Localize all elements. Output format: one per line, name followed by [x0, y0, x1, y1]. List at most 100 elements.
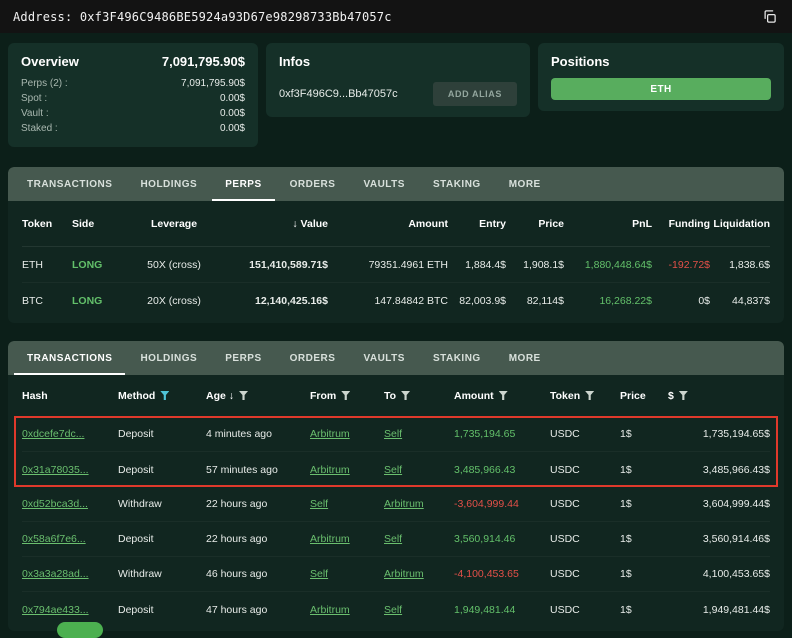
tx-age: 22 hours ago	[206, 533, 310, 545]
col-usd: $	[668, 390, 770, 402]
col-entry: Entry	[448, 218, 506, 230]
tx-to-link[interactable]: Self	[384, 604, 454, 616]
tx-to-link[interactable]: Self	[384, 533, 454, 545]
side-cell: LONG	[72, 295, 132, 307]
chat-button[interactable]	[57, 622, 103, 638]
tx-to-link[interactable]: Arbitrum	[384, 498, 454, 510]
add-alias-button[interactable]: ADD ALIAS	[433, 82, 517, 106]
col-age-label[interactable]: Age ↓	[206, 390, 234, 402]
tab-staking[interactable]: STAKING	[420, 167, 494, 201]
filter-icon[interactable]	[341, 391, 350, 400]
copy-icon[interactable]	[760, 7, 779, 26]
tx-token: USDC	[550, 428, 620, 440]
perps-row-eth: ETH LONG 50X (cross) 151,410,589.71$ 793…	[22, 247, 770, 283]
col-to: To	[384, 390, 454, 402]
tab-orders[interactable]: ORDERS	[277, 341, 349, 375]
col-method: Method	[118, 390, 206, 402]
token-cell: BTC	[22, 295, 72, 307]
funding-cell: -192.72$	[652, 259, 710, 271]
tx-token: USDC	[550, 498, 620, 510]
tx-method: Withdraw	[118, 498, 206, 510]
tx-hash-link[interactable]: 0x3a3a28ad...	[22, 568, 118, 580]
overview-row-label: Spot :	[21, 91, 47, 106]
perps-row-btc: BTC LONG 20X (cross) 12,140,425.16$ 147.…	[22, 283, 770, 319]
tab-staking[interactable]: STAKING	[420, 341, 494, 375]
tab-vaults[interactable]: VAULTS	[350, 341, 418, 375]
col-from-label: From	[310, 390, 336, 402]
overview-row-label: Staked :	[21, 121, 58, 136]
leverage-cell: 20X (cross)	[132, 295, 216, 307]
amount-cell: 147.84842 BTC	[328, 295, 448, 307]
tx-token: USDC	[550, 568, 620, 580]
tab-more[interactable]: MORE	[496, 341, 554, 375]
filter-icon[interactable]	[499, 391, 508, 400]
tx-hash-link[interactable]: 0x31a78035...	[22, 464, 118, 476]
perps-card: TRANSACTIONS HOLDINGS PERPS ORDERS VAULT…	[8, 167, 784, 323]
tx-token: USDC	[550, 533, 620, 545]
position-token-eth-button[interactable]: ETH	[551, 78, 771, 100]
tx-hash-link[interactable]: 0x794ae433...	[22, 604, 118, 616]
tab-transactions[interactable]: TRANSACTIONS	[14, 341, 125, 375]
address-bar: Address: 0xf3F496C9486BE5924a93D67e98298…	[0, 0, 792, 33]
tab-perps[interactable]: PERPS	[212, 341, 274, 375]
col-token: Token	[22, 218, 72, 230]
tab-transactions[interactable]: TRANSACTIONS	[14, 167, 125, 201]
tab-holdings[interactable]: HOLDINGS	[127, 341, 210, 375]
col-amount: Amount	[454, 390, 550, 402]
tx-amount: 1,735,194.65	[454, 428, 550, 440]
tx-method: Deposit	[118, 533, 206, 545]
tx-to-link[interactable]: Self	[384, 464, 454, 476]
overview-total: 7,091,795.90$	[162, 54, 245, 69]
amount-cell: 79351.4961 ETH	[328, 259, 448, 271]
side-cell: LONG	[72, 259, 132, 271]
positions-title: Positions	[551, 54, 771, 69]
tx-hash-link[interactable]: 0x58a6f7e6...	[22, 533, 118, 545]
tx-from-link[interactable]: Self	[310, 498, 384, 510]
col-usd-label: $	[668, 390, 674, 402]
tx-from-link[interactable]: Self	[310, 568, 384, 580]
tx-method: Deposit	[118, 428, 206, 440]
tx-row: 0x31a78035... Deposit 57 minutes ago Arb…	[22, 452, 770, 487]
tx-from-link[interactable]: Arbitrum	[310, 604, 384, 616]
tx-hash-link[interactable]: 0xd52bca3d...	[22, 498, 118, 510]
transactions-card: TRANSACTIONS HOLDINGS PERPS ORDERS VAULT…	[8, 341, 784, 631]
tab-more[interactable]: MORE	[496, 167, 554, 201]
filter-icon[interactable]	[401, 391, 410, 400]
tx-age: 57 minutes ago	[206, 464, 310, 476]
infos-panel: Infos 0xf3F496C9...Bb47057c ADD ALIAS	[266, 43, 530, 117]
tx-price: 1$	[620, 533, 668, 545]
col-value-sort[interactable]: ↓ Value	[216, 218, 328, 230]
tx-price: 1$	[620, 498, 668, 510]
tab-holdings[interactable]: HOLDINGS	[127, 167, 210, 201]
filter-icon[interactable]	[585, 391, 594, 400]
pnl-cell: 1,880,448.64$	[564, 259, 652, 271]
tx-token: USDC	[550, 604, 620, 616]
tab-perps[interactable]: PERPS	[212, 167, 274, 201]
tx-age: 4 minutes ago	[206, 428, 310, 440]
entry-cell: 82,003.9$	[448, 295, 506, 307]
tx-token: USDC	[550, 464, 620, 476]
tab-vaults[interactable]: VAULTS	[350, 167, 418, 201]
tx-hash-link[interactable]: 0xdcefe7dc...	[22, 428, 118, 440]
col-token: Token	[550, 390, 620, 402]
filter-icon[interactable]	[160, 391, 169, 400]
tx-row: 0x3a3a28ad... Withdraw 46 hours ago Self…	[22, 557, 770, 592]
filter-icon[interactable]	[679, 391, 688, 400]
positions-panel: Positions ETH	[538, 43, 784, 111]
tx-row: 0x794ae433... Deposit 47 hours ago Arbit…	[22, 592, 770, 627]
tx-price: 1$	[620, 428, 668, 440]
tab-orders[interactable]: ORDERS	[277, 167, 349, 201]
filter-icon[interactable]	[239, 391, 248, 400]
tx-from-link[interactable]: Arbitrum	[310, 464, 384, 476]
tx-from-link[interactable]: Arbitrum	[310, 428, 384, 440]
liquidation-cell: 1,838.6$	[710, 259, 770, 271]
value-cell: 151,410,589.71$	[216, 259, 328, 271]
infos-title: Infos	[279, 54, 517, 69]
tx-row: 0xd52bca3d... Withdraw 22 hours ago Self…	[22, 487, 770, 522]
tx-price: 1$	[620, 464, 668, 476]
tx-usd: 1,735,194.65$	[668, 428, 770, 440]
tx-from-link[interactable]: Arbitrum	[310, 533, 384, 545]
tx-to-link[interactable]: Self	[384, 428, 454, 440]
tx-usd: 1,949,481.44$	[668, 604, 770, 616]
tx-to-link[interactable]: Arbitrum	[384, 568, 454, 580]
